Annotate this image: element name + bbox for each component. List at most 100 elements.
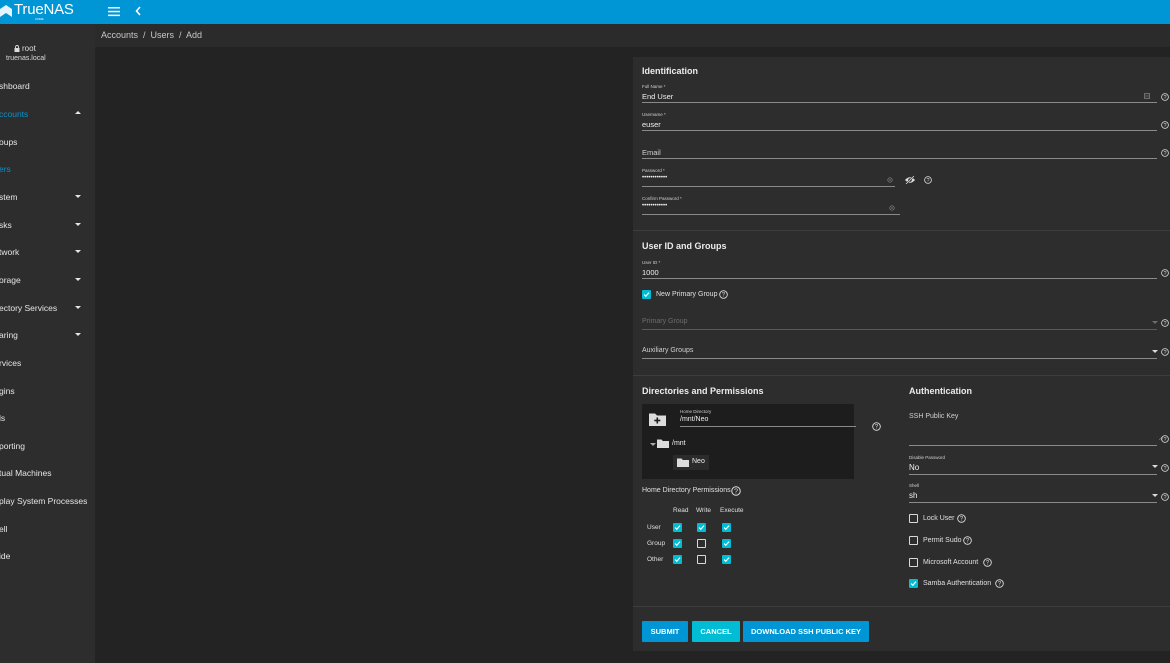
sidebar-item-label: oups [0,137,18,147]
lock-user-help-icon[interactable]: ? [957,514,966,523]
password-help-icon[interactable]: ? [924,176,932,184]
email-input[interactable]: Email [642,148,661,157]
auxiliary-groups-help-icon[interactable]: ? [1161,348,1169,356]
username-input[interactable]: euser [642,120,661,129]
perm-group-write-checkbox[interactable] [697,539,706,548]
shell-select[interactable]: sh [909,491,917,500]
perm-group-execute-checkbox[interactable] [722,539,731,548]
check-icon [723,541,730,547]
new-primary-group-help-icon[interactable]: ? [719,290,728,299]
sidebar-item-plugins[interactable]: gins [0,384,95,398]
perm-group-read-checkbox[interactable] [673,539,682,548]
shell-help-icon[interactable]: ? [1161,493,1169,501]
microsoft-account-help-icon[interactable]: ? [983,558,992,567]
sidebar-item-sharing[interactable]: aring [0,328,95,342]
permit-sudo-help-icon[interactable]: ? [963,536,972,545]
lock-user-checkbox[interactable] [909,514,918,523]
check-icon [643,292,650,298]
sidebar-item-label: ccounts [0,109,29,119]
sidebar-item-dashboard[interactable]: shboard [0,79,95,93]
perm-user-write-checkbox[interactable] [697,523,706,532]
sidebar-item-network[interactable]: twork [0,245,95,259]
perm-user-execute-checkbox[interactable] [722,523,731,532]
confirm-password-key-icon [889,205,895,211]
shell-label: Shell [909,483,920,488]
sidebar-item-users[interactable]: ers [0,162,95,176]
sidebar-item-label: stem [0,192,18,202]
confirm-password-underline [642,214,900,215]
home-directory-input[interactable]: /mnt/Neo [680,416,708,423]
download-ssh-public-key-button[interactable]: DOWNLOAD SSH PUBLIC KEY [743,621,869,642]
user-id-input[interactable]: 1000 [642,268,659,277]
sidebar-item-system[interactable]: stem [0,190,95,204]
permissions-help-icon[interactable]: ? [731,486,741,496]
sidebar-item-display-system-processes[interactable]: play System Processes [0,494,95,508]
home-directory-help-icon[interactable]: ? [872,422,881,431]
check-icon [723,557,730,563]
user-host: truenas.local [6,55,46,62]
full-name-input[interactable]: End User [642,92,673,101]
sidebar-item-reporting[interactable]: porting [0,439,95,453]
perm-other-execute-checkbox[interactable] [722,555,731,564]
sidebar-item-services[interactable]: rvices [0,356,95,370]
folder-icon [677,458,689,467]
chevron-down-icon [75,333,81,336]
sidebar-item-label: sks [0,220,12,230]
toggle-password-visibility-icon[interactable] [904,175,916,185]
svg-text:?: ? [1163,123,1166,129]
check-icon [674,557,681,563]
tree-node-root[interactable]: /mnt [672,440,686,447]
permit-sudo-checkbox[interactable] [909,536,918,545]
svg-text:?: ? [998,581,1002,588]
sidebar-item-directory-services[interactable]: ectory Services [0,301,95,315]
tree-expand-icon[interactable] [650,443,656,446]
sidebar-item-label: ell [0,524,8,534]
perm-user-read-checkbox[interactable] [673,523,682,532]
create-folder-icon[interactable] [649,412,666,426]
primary-group-select[interactable]: Primary Group [642,318,688,325]
sidebar-item-label: twork [0,247,20,257]
disable-password-select[interactable]: No [909,463,919,472]
section-divider [633,230,1170,231]
sidebar-item-storage[interactable]: orage [0,273,95,287]
password-input[interactable]: •••••••••••• [642,175,667,181]
sidebar-item-jails[interactable]: ls [0,411,95,425]
ssh-public-key-input[interactable]: SSH Public Key [909,413,958,420]
user-id-underline [642,278,1157,279]
confirm-password-input[interactable]: •••••••••••• [642,203,667,209]
chevron-down-icon [75,195,81,198]
tree-node-label: Neo [692,458,705,465]
svg-text:?: ? [1163,95,1166,101]
email-help-icon[interactable]: ? [1161,149,1169,157]
perm-other-read-checkbox[interactable] [673,555,682,564]
breadcrumb[interactable]: Accounts / Users / Add [101,30,202,40]
samba-authentication-help-icon[interactable]: ? [995,579,1004,588]
sidebar-item-virtual-machines[interactable]: tual Machines [0,466,95,480]
logo-text: TrueNAS [14,1,74,18]
menu-toggle-icon[interactable] [108,6,120,17]
perm-other-write-checkbox[interactable] [697,555,706,564]
auxiliary-groups-select[interactable]: Auxiliary Groups [642,347,693,354]
submit-button[interactable]: SUBMIT [642,621,688,642]
microsoft-account-checkbox[interactable] [909,558,918,567]
tree-node-neo[interactable]: Neo [673,455,709,470]
username-help-icon[interactable]: ? [1161,121,1169,129]
ssh-public-key-help-icon[interactable]: ? [1161,435,1169,443]
samba-authentication-checkbox[interactable] [909,579,918,588]
sidebar-item-accounts[interactable]: ccounts [0,107,95,121]
confirm-password-label: Confirm Password * [642,196,682,201]
perm-row-other: Other [647,556,664,563]
disable-password-help-icon[interactable]: ? [1161,464,1169,472]
cancel-button[interactable]: CANCEL [692,621,740,642]
user-id-help-icon[interactable]: ? [1161,269,1169,277]
lock-user-label: Lock User [923,515,955,522]
full-name-help-icon[interactable]: ? [1161,93,1169,101]
sidebar-item-tasks[interactable]: sks [0,218,95,232]
sidebar-item-groups[interactable]: oups [0,135,95,149]
new-primary-group-checkbox[interactable] [642,290,651,299]
truenas-logo[interactable]: TrueNAS CORE [0,0,95,24]
collapse-sidebar-icon[interactable] [134,5,142,17]
sidebar-item-guide[interactable]: ide [0,549,95,563]
primary-group-help-icon[interactable]: ? [1161,319,1169,327]
sidebar-item-shell[interactable]: ell [0,522,95,536]
